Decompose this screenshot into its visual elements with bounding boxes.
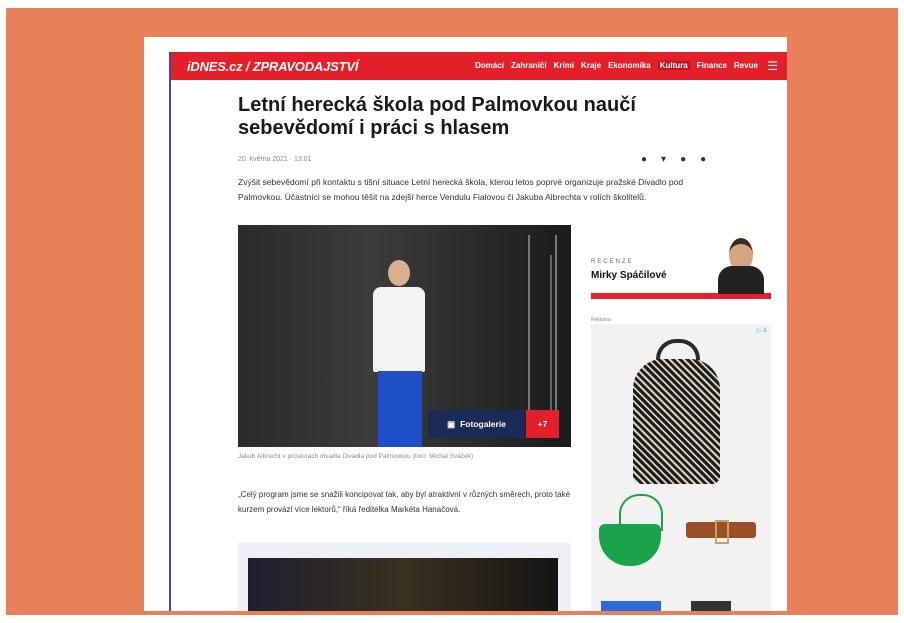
- site-header: iDNES.cz / ZPRAVODAJSTVÍ Domácí Zahranič…: [171, 52, 787, 80]
- nav-item-kultura[interactable]: Kultura: [657, 61, 690, 70]
- article-title: Letní herecká škola pod Palmovkou naučí …: [238, 94, 636, 139]
- main-nav: Domácí Zahraničí Krimi Kraje Ekonomika K…: [475, 61, 758, 70]
- facebook-icon[interactable]: ●: [641, 154, 647, 165]
- gallery-icon: ▣: [447, 418, 456, 429]
- nav-item-zahranici[interactable]: Zahraničí: [511, 61, 547, 70]
- related-gallery-embed[interactable]: [238, 543, 571, 611]
- related-photo: [248, 558, 558, 611]
- gallery-label: Fotogalerie: [460, 419, 506, 429]
- review-kicker: RECENZE: [591, 259, 634, 265]
- browser-viewport: iDNES.cz / ZPRAVODAJSTVÍ Domácí Zahranič…: [169, 52, 787, 611]
- site-logo[interactable]: iDNES.cz / ZPRAVODAJSTVÍ: [187, 59, 358, 74]
- article-date: 20. května 2021 · 13:01: [238, 156, 312, 163]
- green-handbag-product[interactable]: [599, 524, 661, 566]
- review-widget[interactable]: RECENZE Mirky Spáčilové: [591, 232, 771, 304]
- belt-buckle: [715, 520, 729, 544]
- avatar-body: [718, 266, 764, 294]
- ad-product-partial-2[interactable]: [691, 601, 731, 611]
- nav-item-krimi[interactable]: Krimi: [554, 61, 574, 70]
- gallery-count-badge[interactable]: +7: [526, 410, 559, 438]
- review-author: Mirky Spáčilové: [591, 270, 667, 281]
- photo-caption: Jakub Albrecht v prostorách divadla Diva…: [238, 453, 474, 460]
- actor-trousers: [378, 371, 422, 447]
- nav-item-ekonomika[interactable]: Ekonomika: [608, 61, 651, 70]
- backpack-body: [633, 359, 720, 484]
- orange-frame: iDNES.cz / ZPRAVODAJSTVÍ Domácí Zahranič…: [6, 8, 898, 615]
- nav-item-revue[interactable]: Revue: [734, 61, 758, 70]
- nav-item-kraje[interactable]: Kraje: [581, 61, 601, 70]
- ad-product-partial-1[interactable]: [601, 601, 661, 611]
- twitter-icon[interactable]: ▾: [661, 154, 666, 165]
- article-photo[interactable]: ▣ Fotogalerie +7: [238, 225, 571, 447]
- ad-choices-icon[interactable]: ▷ X: [757, 327, 767, 334]
- gallery-button[interactable]: ▣ Fotogalerie: [428, 410, 525, 438]
- menu-icon[interactable]: ☰: [767, 60, 778, 72]
- actor-head: [388, 260, 410, 286]
- messenger-icon[interactable]: ●: [680, 154, 686, 165]
- backpack-product[interactable]: [629, 339, 724, 484]
- email-icon[interactable]: ●: [700, 154, 706, 165]
- article-perex: Zvýšit sebevědomí při kontaktu s tišní s…: [238, 177, 684, 202]
- ad-label: Reklama: [591, 317, 611, 323]
- share-bar: ● ▾ ● ●: [641, 154, 706, 165]
- sidebar-ad[interactable]: ▷ X: [591, 324, 771, 611]
- actor-shirt: [373, 287, 425, 372]
- article-quote: „Celý program jsme se snažili koncipovat…: [238, 490, 571, 514]
- screenshot-panel: iDNES.cz / ZPRAVODAJSTVÍ Domácí Zahranič…: [144, 37, 787, 611]
- stage-truss-2: [550, 255, 571, 435]
- nav-item-finance[interactable]: Finance: [697, 61, 727, 70]
- reviewer-avatar: [713, 232, 768, 294]
- nav-item-domaci[interactable]: Domácí: [475, 61, 504, 70]
